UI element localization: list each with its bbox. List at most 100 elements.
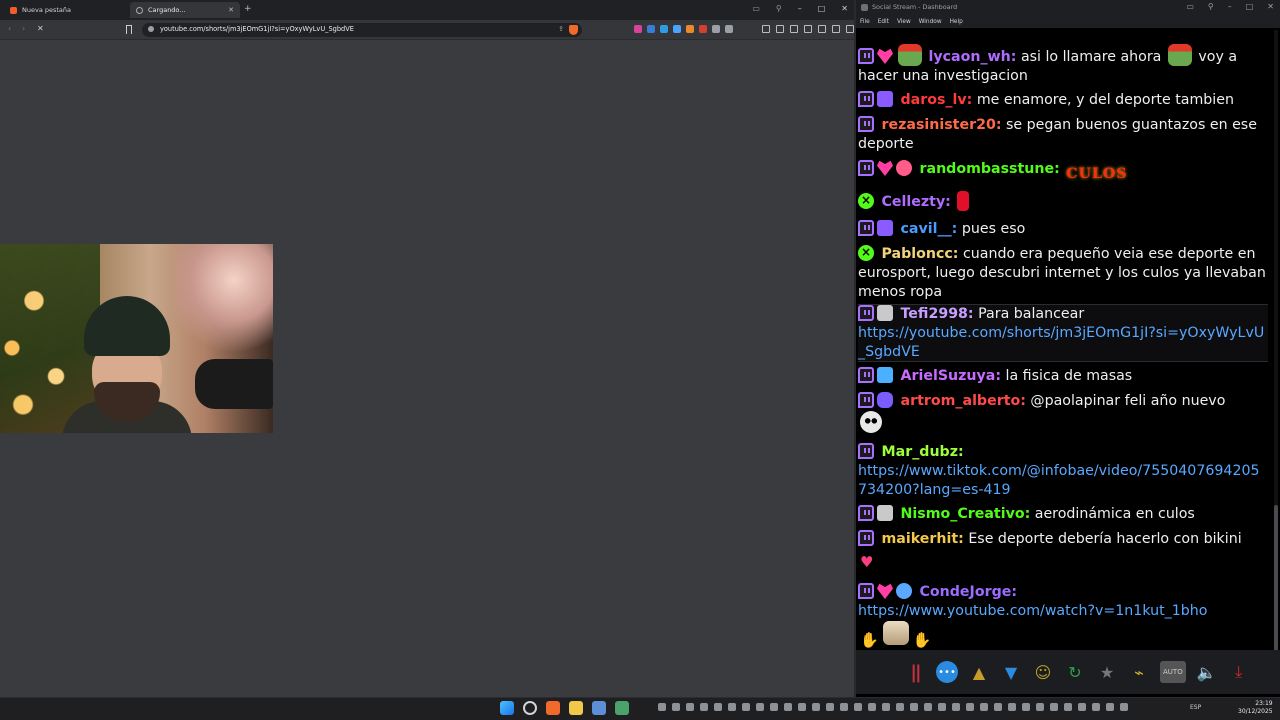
menu-view[interactable]: View: [897, 16, 911, 28]
minimize-button[interactable]: –: [798, 4, 802, 13]
close-button[interactable]: ✕: [1267, 2, 1274, 11]
chat-username[interactable]: Cellezty:: [882, 194, 951, 210]
menu-file[interactable]: File: [860, 16, 870, 28]
volume-mute-icon[interactable]: 🔈: [1196, 661, 1218, 683]
chat-username[interactable]: lycaon_wh:: [929, 49, 1017, 65]
chat-username[interactable]: Mar_dubz:: [882, 444, 964, 460]
tray-icon[interactable]: [784, 703, 792, 711]
tray-icon[interactable]: [1078, 703, 1086, 711]
tray-icon[interactable]: [1064, 703, 1072, 711]
tray-icon[interactable]: [672, 703, 680, 711]
close-button[interactable]: ✕: [841, 4, 848, 13]
brave-shields-icon[interactable]: [569, 25, 578, 35]
tray-icon[interactable]: [1036, 703, 1044, 711]
chat-username[interactable]: randombasstune:: [920, 161, 1060, 177]
tray-icon[interactable]: [770, 703, 778, 711]
app-icon[interactable]: [592, 701, 606, 715]
maximize-button[interactable]: □: [1246, 2, 1254, 11]
tray-icon[interactable]: [658, 703, 666, 711]
vpn-icon[interactable]: [832, 25, 840, 33]
tray-icon[interactable]: [1022, 703, 1030, 711]
tray-icon[interactable]: [756, 703, 764, 711]
tray-icon[interactable]: [1050, 703, 1058, 711]
extension-icon[interactable]: [673, 25, 681, 33]
tray-icon[interactable]: [854, 703, 862, 711]
keyboard-language[interactable]: ESP: [1190, 704, 1201, 711]
extension-icon[interactable]: [712, 25, 720, 33]
extension-icon[interactable]: [725, 25, 733, 33]
tray-icon[interactable]: [910, 703, 918, 711]
menu-window[interactable]: Window: [919, 16, 942, 28]
tray-icon[interactable]: [966, 703, 974, 711]
search-icon[interactable]: [523, 701, 537, 715]
app-icon[interactable]: [615, 701, 629, 715]
menu-edit[interactable]: Edit: [878, 16, 889, 28]
chat-username[interactable]: Pabloncc:: [882, 246, 959, 262]
rewards-icon[interactable]: [818, 25, 826, 33]
wallet-icon[interactable]: [804, 25, 812, 33]
site-info-icon[interactable]: [148, 26, 154, 32]
url-text[interactable]: youtube.com/shorts/jm3jEOmG1jI?si=yOxyWy…: [160, 25, 354, 33]
chat-scrollbar[interactable]: [1274, 30, 1278, 690]
tab-search-icon[interactable]: ▭: [752, 4, 760, 13]
chat-bubble-button[interactable]: •••: [936, 661, 958, 683]
system-clock[interactable]: 23:19 30/12/2025: [1238, 700, 1273, 716]
maximize-button[interactable]: □: [818, 4, 826, 13]
file-explorer-icon[interactable]: [569, 701, 583, 715]
pin-icon[interactable]: ⚲: [776, 4, 782, 13]
star-icon[interactable]: ★: [1096, 661, 1118, 683]
emoji-icon[interactable]: ☺: [1032, 661, 1054, 683]
tray-icon[interactable]: [742, 703, 750, 711]
chat-username[interactable]: cavil__:: [901, 221, 958, 237]
tray-icon[interactable]: [840, 703, 848, 711]
bookmark-icon[interactable]: [126, 25, 132, 34]
sidebar-icon[interactable]: [790, 25, 798, 33]
chat-username[interactable]: maikerhit:: [882, 531, 964, 547]
minimize-button[interactable]: –: [1228, 2, 1232, 11]
tray-icon[interactable]: [812, 703, 820, 711]
extension-icon[interactable]: [686, 25, 694, 33]
extension-icon[interactable]: [660, 25, 668, 33]
tray-icon[interactable]: [896, 703, 904, 711]
bell-icon[interactable]: ▲: [968, 661, 990, 683]
stop-loading-button[interactable]: ✕: [37, 24, 44, 33]
brave-browser-icon[interactable]: [546, 701, 560, 715]
tray-icon[interactable]: [700, 703, 708, 711]
tab-new-tab[interactable]: Nueva pestaña: [4, 2, 126, 18]
chat-username[interactable]: artrom_alberto:: [901, 393, 1026, 409]
tray-icon[interactable]: [714, 703, 722, 711]
address-bar[interactable]: youtube.com/shorts/jm3jEOmG1jI?si=yOxyWy…: [142, 23, 582, 37]
close-tab-icon[interactable]: ✕: [228, 6, 234, 14]
tray-icon[interactable]: [728, 703, 736, 711]
chat-username[interactable]: ArielSuzuya:: [901, 368, 1002, 384]
pause-button[interactable]: ||: [904, 661, 926, 683]
tray-icon[interactable]: [1106, 703, 1114, 711]
extension-icon[interactable]: [699, 25, 707, 33]
start-button[interactable]: [500, 701, 514, 715]
chat-username[interactable]: CondeJorge:: [920, 584, 1018, 600]
chat-link[interactable]: https://youtube.com/shorts/jm3jEOmG1jI?s…: [858, 325, 1264, 360]
share-icon[interactable]: ⇪: [558, 25, 564, 33]
chat-username[interactable]: daros_lv:: [901, 92, 973, 108]
tray-icon[interactable]: [980, 703, 988, 711]
tray-icon[interactable]: [924, 703, 932, 711]
tray-icon[interactable]: [826, 703, 834, 711]
scroll-down-icon[interactable]: ⤓: [1228, 661, 1250, 683]
tray-icon[interactable]: [1120, 703, 1128, 711]
back-button[interactable]: ‹: [8, 24, 11, 33]
tray-icon[interactable]: [1008, 703, 1016, 711]
extension-icon[interactable]: [634, 25, 642, 33]
media-icon[interactable]: [762, 25, 770, 33]
picture-in-picture-icon[interactable]: ▭: [1186, 2, 1194, 11]
menu-help[interactable]: Help: [950, 16, 963, 28]
filter-icon[interactable]: ▼: [1000, 661, 1022, 683]
chat-link[interactable]: https://www.tiktok.com/@infobae/video/75…: [858, 463, 1260, 498]
tab-loading[interactable]: Cargando... ✕: [130, 2, 240, 18]
tray-icon[interactable]: [798, 703, 806, 711]
tray-icon[interactable]: [952, 703, 960, 711]
tray-icon[interactable]: [938, 703, 946, 711]
menu-icon[interactable]: [846, 25, 854, 33]
tray-icon[interactable]: [1092, 703, 1100, 711]
tray-icon[interactable]: [686, 703, 694, 711]
extension-icon[interactable]: [647, 25, 655, 33]
